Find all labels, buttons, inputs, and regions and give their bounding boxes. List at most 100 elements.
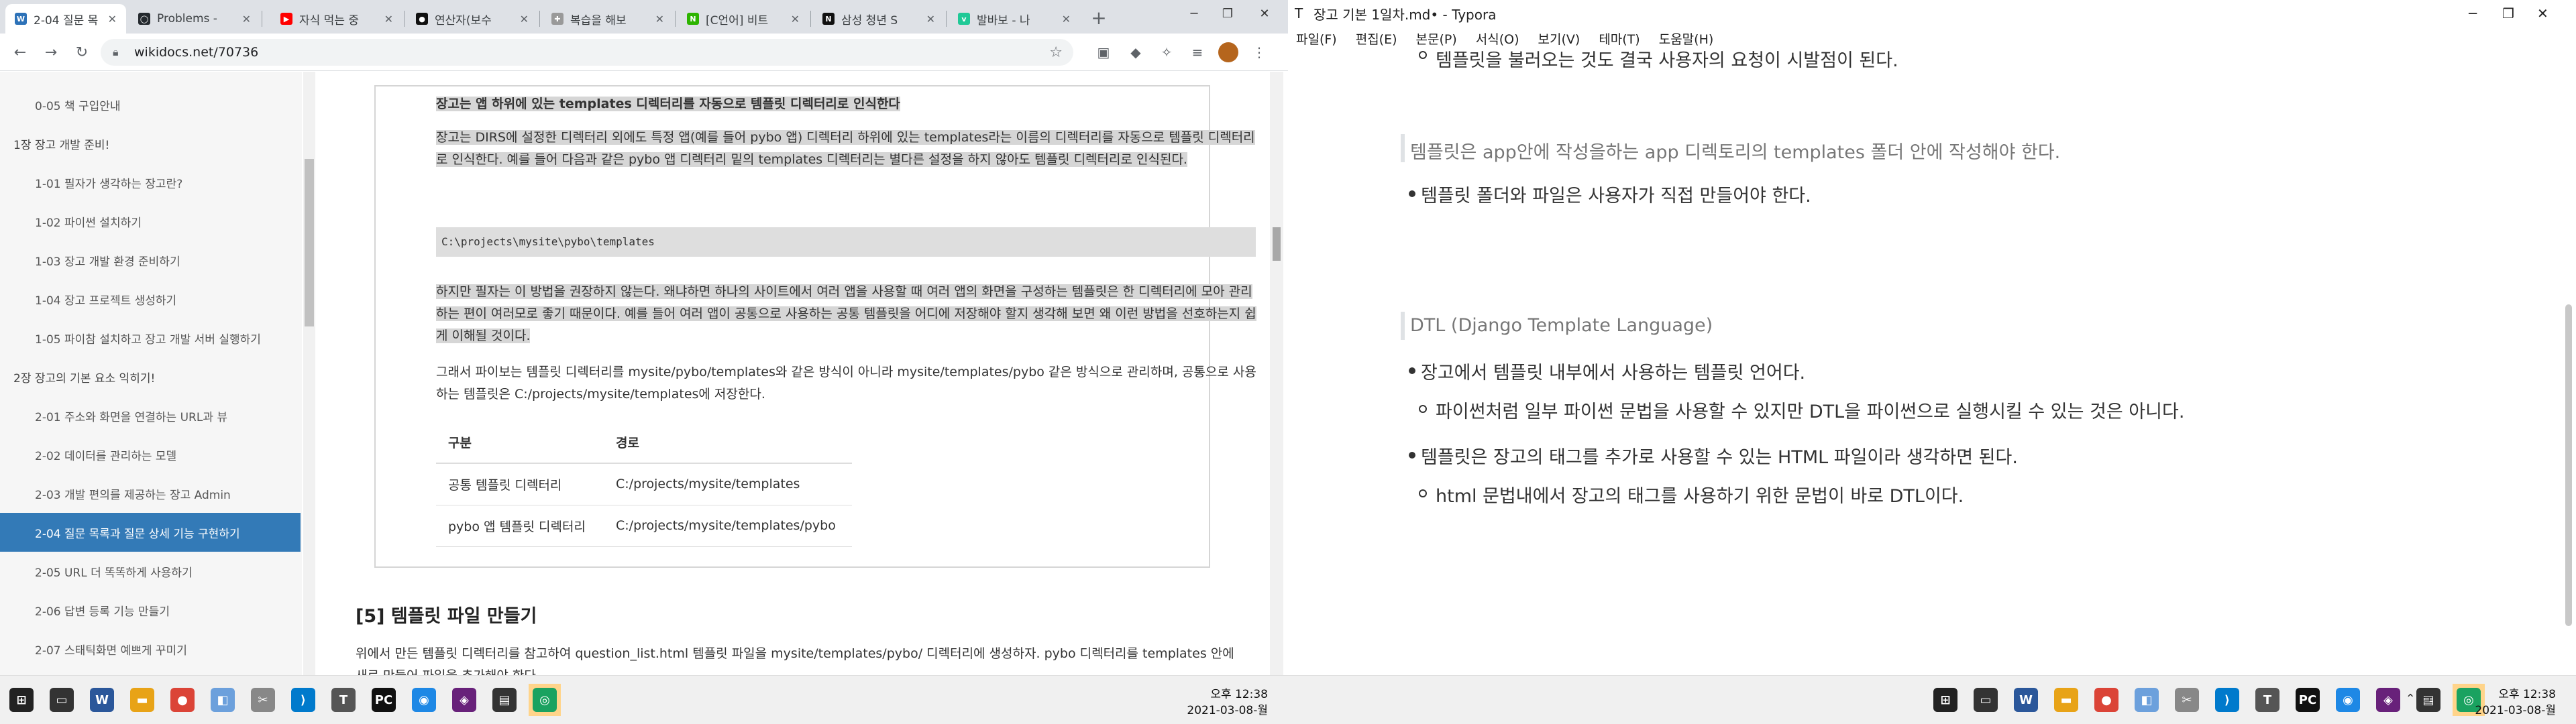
windows-start-icon[interactable]: ⊞ — [1929, 684, 1962, 716]
tool-icon[interactable]: ✂ — [2171, 684, 2203, 716]
sidebar-item[interactable]: 2-06 답변 등록 기능 만들기 — [0, 591, 301, 629]
close-icon[interactable]: ✕ — [520, 13, 529, 25]
menu-format[interactable]: 서식(O) — [1476, 29, 1519, 48]
tab-review[interactable]: ✚ 복습을 해보 ✕ — [542, 4, 674, 34]
body-paragraph: 위에서 만든 템플릿 디렉터리를 참고하여 question_list.html… — [356, 646, 1234, 675]
chrome-icon[interactable]: ● — [2090, 684, 2123, 716]
snip-icon[interactable]: ◧ — [207, 684, 239, 716]
minimize-icon[interactable]: ─ — [2469, 5, 2477, 21]
sidebar-item[interactable]: 2-03 개발 편의를 제공하는 장고 Admin — [0, 474, 301, 513]
puzzle-icon[interactable]: ✧ — [1157, 42, 1177, 62]
sidebar-item[interactable]: 2-07 스태틱화면 예쁘게 꾸미기 — [0, 629, 301, 668]
file-explorer-icon[interactable]: ▬ — [2050, 684, 2082, 716]
close-window-icon[interactable]: ✕ — [2537, 5, 2548, 21]
taskbar-clock[interactable]: 오후 12:38 2021-03-08-월 — [1187, 686, 1268, 719]
tab-problems[interactable]: ◯ Problems - ✕ — [129, 4, 260, 34]
tab-c-language[interactable]: N [C언어] 비트 ✕ — [678, 4, 809, 34]
file-explorer-icon[interactable]: ▬ — [126, 684, 158, 716]
notes-icon[interactable]: ▤ — [488, 684, 521, 716]
close-icon[interactable]: ✕ — [791, 13, 800, 25]
sidebar-item[interactable]: 2-02 데이터를 관리하는 모델 — [0, 435, 301, 474]
bookmark-star-icon[interactable]: ☆ — [1049, 44, 1063, 61]
menu-edit[interactable]: 편집(E) — [1356, 29, 1397, 48]
tab-velog[interactable]: v 발바보 - 나 ✕ — [949, 4, 1080, 34]
visual-studio-icon[interactable]: ◈ — [448, 684, 480, 716]
tool-icon[interactable]: ✂ — [247, 684, 279, 716]
back-icon[interactable]: ← — [9, 42, 31, 63]
extension-icon[interactable]: ▣ — [1093, 42, 1114, 62]
task-view-icon[interactable]: ▭ — [1970, 684, 2002, 716]
close-icon[interactable]: ✕ — [1062, 13, 1071, 25]
vscode-icon[interactable]: ⟩ — [2211, 684, 2243, 716]
note-box: 장고는 앱 하위에 있는 templates 디렉터리를 자동으로 템플릿 디렉… — [374, 85, 1256, 568]
toc-sidebar: 0-05 책 구입안내 1장 장고 개발 준비! 1-01 필자가 생각하는 장고란… — [0, 72, 302, 675]
vscode-icon[interactable]: ⟩ — [287, 684, 319, 716]
new-tab-icon[interactable]: + — [1087, 5, 1111, 29]
typora-icon[interactable]: T — [2251, 684, 2284, 716]
task-view-icon[interactable]: ▭ — [46, 684, 78, 716]
main-scrollbar[interactable] — [1270, 72, 1283, 675]
sidebar-item[interactable]: 1-02 파이썬 설치하기 — [0, 202, 301, 241]
sidebar-item[interactable]: 1-03 장고 개발 환경 준비하기 — [0, 241, 301, 280]
word-icon[interactable]: W — [86, 684, 118, 716]
close-window-icon[interactable]: ✕ — [1244, 0, 1285, 27]
browser-toolbar: ← → ↻ 🔒︎ wikidocs.net/70736 ☆ ▣ ◆ ✧ ≡ ⋮ — [0, 34, 1288, 71]
naver-icon: N — [687, 13, 699, 25]
close-icon[interactable]: ✕ — [384, 13, 393, 25]
sidebar-item[interactable]: 2-01 주소와 화면을 연결하는 URL과 뷰 — [0, 396, 301, 435]
browser-app-icon[interactable]: ◎ — [529, 684, 561, 716]
address-bar[interactable]: 🔒︎ wikidocs.net/70736 ☆ — [101, 39, 1073, 66]
chrome-icon[interactable]: ● — [166, 684, 199, 716]
taskbar-clock[interactable]: 오후 12:38 2021-03-08-월 — [2475, 686, 2556, 719]
note-paragraph: 하지만 필자는 이 방법을 권장하지 않는다. 왜냐하면 하나의 사이트에서 여… — [436, 284, 1256, 343]
menu-help[interactable]: 도움말(H) — [1659, 29, 1714, 48]
restore-icon[interactable]: ❐ — [2502, 5, 2514, 21]
tray-icons[interactable]: ⌃ ▭ 🔈︎ — [2406, 692, 2442, 706]
snip-icon[interactable]: ◧ — [2131, 684, 2163, 716]
sidebar-item[interactable]: 1-04 장고 프로젝트 생성하기 — [0, 280, 301, 318]
app-icon[interactable]: ◉ — [2332, 684, 2364, 716]
close-icon[interactable]: ✕ — [242, 13, 251, 25]
media-icon[interactable]: ≡ — [1187, 42, 1208, 62]
sidebar-item[interactable]: 2-05 URL 더 똑똑하게 사용하기 — [0, 552, 301, 591]
close-icon[interactable]: ✕ — [108, 13, 117, 25]
menu-paragraph[interactable]: 본문(P) — [1416, 29, 1457, 48]
extension-icon[interactable]: ◆ — [1126, 42, 1146, 62]
forward-icon[interactable]: → — [40, 42, 62, 63]
avatar[interactable] — [1218, 42, 1238, 62]
sidebar-scrollbar[interactable] — [303, 72, 315, 675]
sidebar-item[interactable]: 1장 장고 개발 준비! — [0, 124, 301, 163]
reload-icon[interactable]: ↻ — [71, 42, 93, 63]
sidebar-item[interactable]: 2-04 질문 목록과 질문 상세 기능 구현하기 — [0, 513, 301, 552]
tab-samsung[interactable]: N 삼성 청년 S ✕ — [813, 4, 945, 34]
tab-label: 발바보 - 나 — [977, 13, 1030, 27]
typora-icon: T — [1295, 5, 1303, 21]
right-monitor: T 장고 기본 1일차.md• - Typora ─ ❐ ✕ 파일(F) 편집(… — [1288, 0, 2576, 724]
windows-start-icon[interactable]: ⊞ — [5, 684, 38, 716]
menu-file[interactable]: 파일(F) — [1296, 29, 1337, 48]
restore-icon[interactable]: ❐ — [1208, 0, 1248, 27]
tab-youtube[interactable]: ▶ 자식 먹는 중 ✕ — [271, 4, 402, 34]
close-icon[interactable]: ✕ — [655, 13, 664, 25]
sidebar-item[interactable]: 0-05 책 구입안내 — [0, 85, 301, 124]
sidebar-item[interactable]: 2장 장고의 기본 요소 익히기! — [0, 357, 301, 396]
youtube-icon: ▶ — [280, 13, 292, 25]
pycharm-icon[interactable]: PC — [368, 684, 400, 716]
velog-icon: v — [958, 13, 970, 25]
word-icon[interactable]: W — [2010, 684, 2042, 716]
body-paragraph: 그래서 파이보는 템플릿 디렉터리를 mysite/pybo/templates… — [436, 365, 1256, 402]
menu-view[interactable]: 보기(V) — [1538, 29, 1580, 48]
blockquote: DTL (Django Template Language) — [1410, 315, 1713, 336]
typora-icon[interactable]: T — [327, 684, 360, 716]
close-icon[interactable]: ✕ — [926, 13, 935, 25]
menu-icon[interactable]: ⋮ — [1249, 42, 1269, 62]
sidebar-item[interactable]: 1-05 파이참 설치하고 장고 개발 서버 실행하기 — [0, 318, 301, 357]
pycharm-icon[interactable]: PC — [2292, 684, 2324, 716]
app-icon[interactable]: ◉ — [408, 684, 440, 716]
sidebar-item[interactable]: 1-01 필자가 생각하는 장고란? — [0, 163, 301, 202]
tab-notion[interactable]: ● 연산자(보수 ✕ — [407, 4, 538, 34]
tab-wikidocs[interactable]: W 2-04 질문 목 ✕ — [5, 4, 126, 34]
visual-studio-icon[interactable]: ◈ — [2372, 684, 2404, 716]
editor-scrollbar[interactable] — [2561, 50, 2576, 675]
menu-theme[interactable]: 테마(T) — [1599, 29, 1640, 48]
